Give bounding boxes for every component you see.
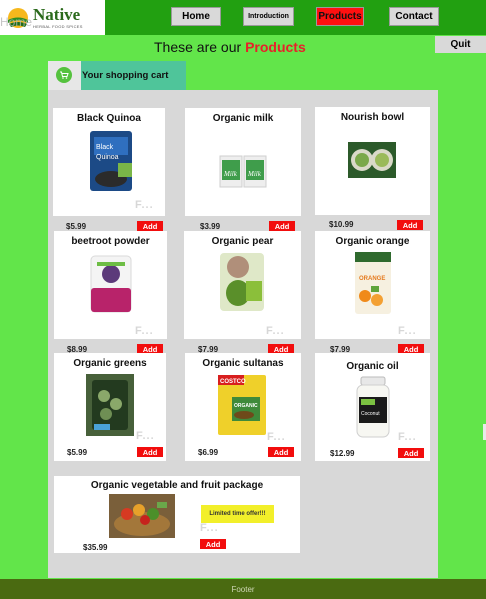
svg-text:Quinoa: Quinoa bbox=[96, 154, 119, 161]
favourite-label: F... bbox=[200, 522, 219, 534]
product-name: Organic oil bbox=[346, 361, 399, 372]
product-card-organic-orange: Organic orange ORANGE F... $7.99 Add bbox=[315, 231, 430, 354]
add-button[interactable]: Add bbox=[137, 221, 163, 231]
shopping-cart-tab[interactable]: Your shopping cart bbox=[48, 61, 186, 90]
product-name: Organic greens bbox=[73, 358, 147, 369]
vegetable-fruit-basket-image bbox=[109, 494, 175, 538]
product-card-organic-milk: Organic milk Milk Milk $3.99 Add bbox=[185, 108, 301, 231]
svg-text:ORGANIC: ORGANIC bbox=[234, 403, 258, 409]
page-title: These are our Products bbox=[154, 39, 306, 55]
product-card-black-quinoa: Black Quinoa Black Quinoa F... $5.99 Add bbox=[53, 108, 165, 231]
footer: Footer bbox=[0, 579, 486, 599]
organic-greens-image bbox=[86, 374, 134, 436]
favourite-label: F... bbox=[136, 430, 155, 442]
product-name: Nourish bowl bbox=[340, 112, 405, 123]
product-card-vegetable-fruit-package: Organic vegetable and fruit package Limi… bbox=[54, 476, 300, 553]
favourite-label: F... bbox=[135, 325, 154, 337]
cart-icon-box bbox=[48, 61, 81, 90]
product-price: $6.99 bbox=[198, 448, 219, 457]
brand-name: Native bbox=[33, 5, 81, 24]
product-card-organic-pear: Organic pear F... $7.99 Add bbox=[184, 231, 301, 354]
product-card-beetroot-powder: beetroot powder F... $8.99 Add bbox=[54, 231, 167, 354]
product-name: Organic milk bbox=[212, 113, 274, 124]
svg-text:Milk: Milk bbox=[223, 170, 238, 178]
svg-text:ORANGE: ORANGE bbox=[359, 276, 385, 282]
svg-text:Black: Black bbox=[96, 144, 114, 151]
page-title-prefix: These are our bbox=[154, 39, 242, 55]
home-overlay-text: Home bbox=[0, 15, 33, 29]
svg-text:Milk: Milk bbox=[247, 170, 262, 178]
product-card-nourish-bowl: Nourish bowl $10.99 Add bbox=[315, 107, 430, 230]
page-title-highlight: Products bbox=[245, 39, 306, 55]
add-button[interactable]: Add bbox=[269, 221, 295, 231]
favourite-label: F... bbox=[266, 325, 285, 337]
svg-text:COSTCO: COSTCO bbox=[220, 379, 246, 385]
nav-introduction-button[interactable]: Introduction bbox=[243, 7, 294, 26]
favourite-label: F... bbox=[267, 431, 286, 443]
favourite-label: F... bbox=[398, 431, 417, 443]
organic-pear-image bbox=[220, 253, 264, 311]
organic-sultanas-image: COSTCO ORGANIC bbox=[218, 375, 266, 435]
product-name: beetroot powder bbox=[71, 236, 150, 247]
product-price: $12.99 bbox=[330, 449, 355, 458]
product-price: $5.99 bbox=[66, 222, 87, 231]
black-quinoa-image: Black Quinoa bbox=[90, 131, 132, 191]
beetroot-powder-image bbox=[90, 255, 132, 313]
product-price: $10.99 bbox=[329, 220, 354, 229]
organic-orange-image: ORANGE bbox=[355, 252, 391, 314]
product-name: Black Quinoa bbox=[77, 113, 141, 124]
brand-tagline: HERBAL FOOD SPICES bbox=[33, 24, 83, 29]
product-name: Organic sultanas bbox=[202, 358, 284, 369]
product-price: $5.99 bbox=[67, 448, 88, 457]
nav-contact-button[interactable]: Contact bbox=[389, 7, 439, 26]
product-name: Organic orange bbox=[335, 236, 410, 247]
organic-milk-image: Milk Milk bbox=[219, 155, 267, 188]
product-name: Organic vegetable and fruit package bbox=[90, 480, 264, 491]
shopping-cart-icon bbox=[56, 67, 72, 83]
add-button[interactable]: Add bbox=[398, 448, 424, 458]
shopping-cart-label: Your shopping cart bbox=[82, 70, 169, 81]
add-button[interactable]: Add bbox=[200, 539, 226, 549]
add-button[interactable]: Add bbox=[397, 220, 423, 230]
nourish-bowl-image bbox=[348, 142, 396, 178]
add-button[interactable]: Add bbox=[268, 447, 294, 457]
add-button[interactable]: Add bbox=[137, 447, 163, 457]
products-panel: Black Quinoa Black Quinoa F... $5.99 Add… bbox=[48, 90, 438, 578]
svg-text:Coconut: Coconut bbox=[361, 411, 380, 417]
product-card-organic-greens: Organic greens F... $5.99 Add bbox=[54, 353, 166, 461]
product-price: $35.99 bbox=[83, 543, 108, 552]
quit-button[interactable]: Quit bbox=[435, 36, 486, 53]
nav-home-button[interactable]: Home bbox=[171, 7, 221, 26]
nav-products-button[interactable]: Products bbox=[316, 7, 364, 26]
favourite-label: F... bbox=[135, 199, 154, 211]
organic-oil-image: Coconut bbox=[356, 376, 390, 438]
product-name: Organic pear bbox=[211, 236, 274, 247]
limited-offer-badge: Limited time offer!!! bbox=[201, 505, 274, 523]
favourite-label: F... bbox=[398, 325, 417, 337]
product-card-organic-sultanas: Organic sultanas COSTCO ORGANIC F... $6.… bbox=[185, 353, 301, 461]
product-price: $3.99 bbox=[200, 222, 221, 231]
product-card-organic-oil: Organic oil Coconut F... $12.99 Add bbox=[315, 353, 430, 461]
